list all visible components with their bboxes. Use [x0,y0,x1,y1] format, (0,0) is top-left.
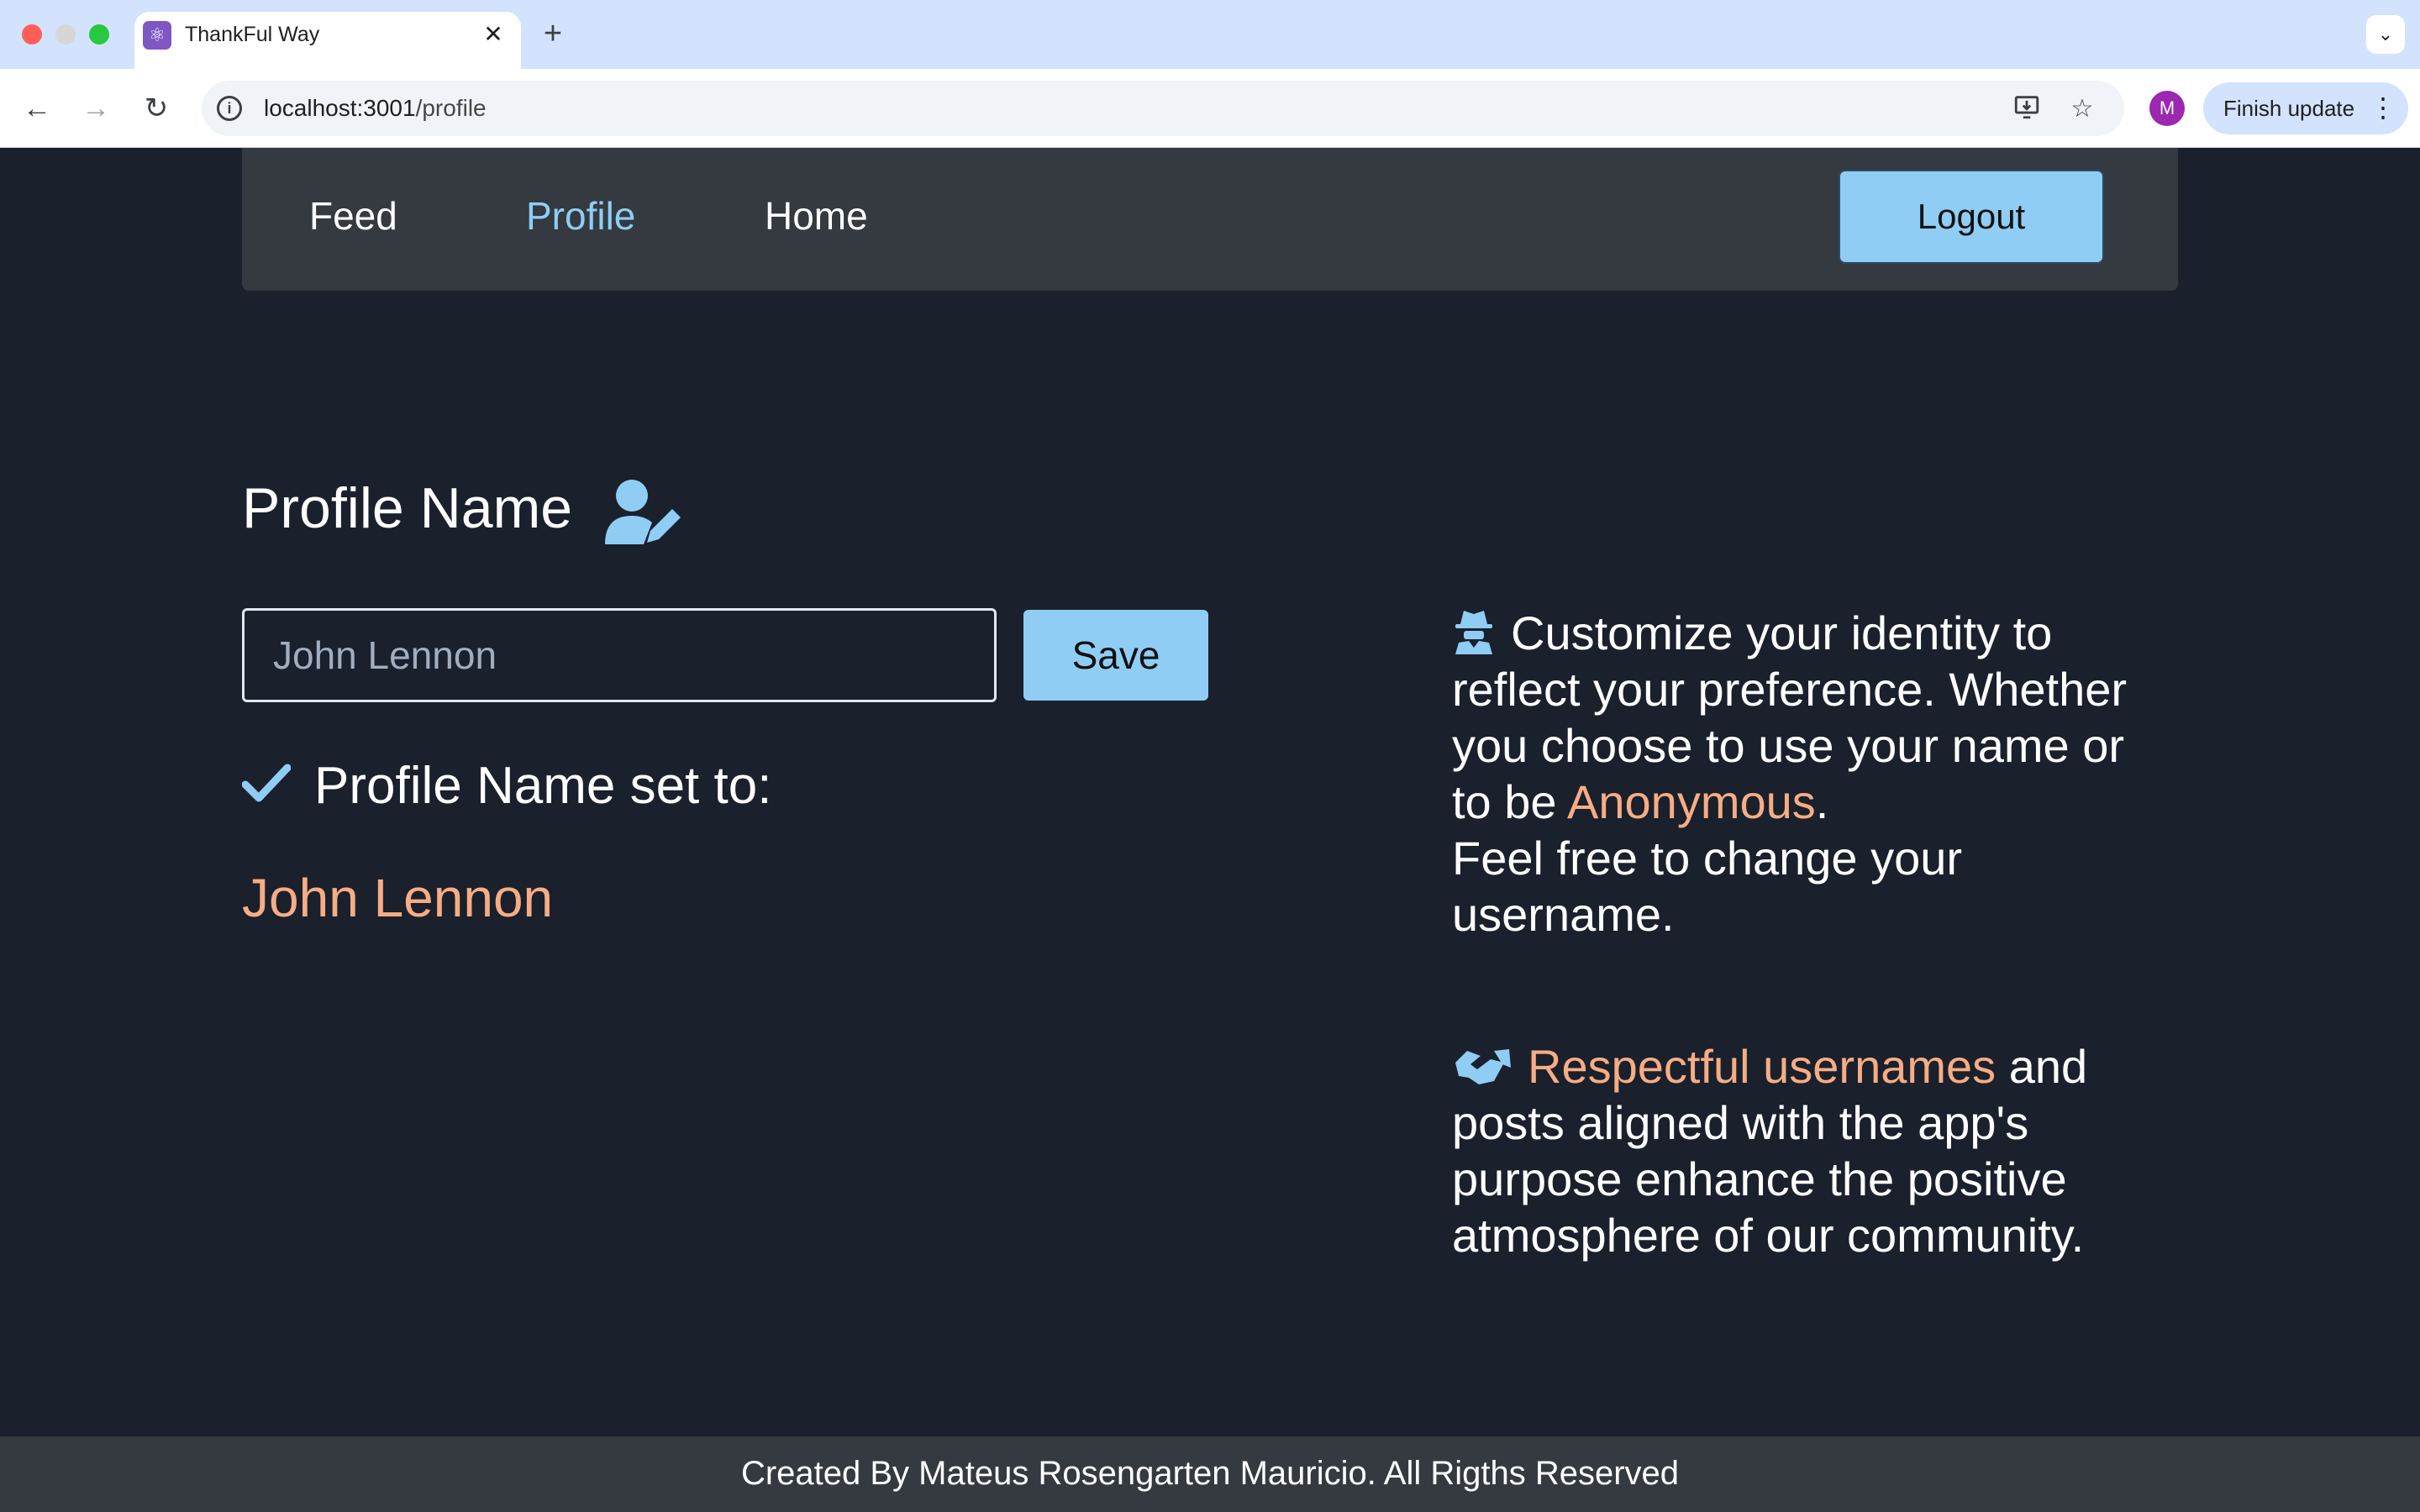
site-info-icon[interactable]: i [217,96,242,121]
identity-info-period: . [1815,775,1829,828]
window-close-button[interactable] [22,24,42,45]
finish-update-button[interactable]: Finish update ⋮ [2203,82,2408,134]
menu-dots-icon[interactable]: ⋮ [2370,89,2396,126]
profile-avatar[interactable]: M [2149,91,2185,126]
address-bar[interactable]: i localhost:3001/profile ☆ [202,81,2124,136]
browser-toolbar: ← → ↻ i localhost:3001/profile ☆ M Finis… [0,69,2420,148]
respectful-usernames-highlight: Respectful usernames [1528,1040,1996,1093]
browser-tabstrip: ⚛ ThankFul Way ✕ + ⌄ [0,0,2420,69]
profile-name-set-label: Profile Name set to: [314,757,772,815]
browser-tab[interactable]: ⚛ ThankFul Way ✕ [134,12,521,69]
install-app-icon[interactable] [2010,92,2044,126]
save-button[interactable]: Save [1023,610,1208,701]
footer: Created By Mateus Rosengarten Mauricio. … [0,1436,2420,1512]
window-zoom-button[interactable] [89,24,109,45]
new-tab-button[interactable]: + [534,15,571,52]
back-arrow-icon[interactable]: ← [17,88,57,129]
respect-info: Respectful usernames and posts aligned w… [1452,1038,2175,1263]
user-secret-icon [1455,611,1492,654]
finish-update-label: Finish update [2223,96,2355,121]
check-icon [242,764,291,802]
url-text[interactable]: localhost:3001/profile [264,95,487,122]
identity-info: Customize your identity to reflect your … [1452,605,2175,942]
logout-button[interactable]: Logout [1839,170,2104,264]
change-username-text: Feel free to change your username. [1452,832,1963,941]
window-minimize-button[interactable] [55,24,76,45]
tab-close-icon[interactable]: ✕ [479,20,508,49]
current-profile-name: John Lennon [242,868,554,928]
app-navbar: Feed Profile Home Logout [242,148,2178,291]
anonymous-highlight: Anonymous [1567,775,1816,828]
forward-arrow-icon[interactable]: → [76,88,116,129]
nav-link-feed[interactable]: Feed [309,193,397,239]
nav-link-profile[interactable]: Profile [526,193,635,239]
user-edit-icon [605,480,681,544]
tab-search-button[interactable]: ⌄ [2366,15,2405,54]
page-title: Profile Name [242,476,573,540]
reload-icon[interactable]: ↻ [136,88,176,129]
bookmark-star-icon[interactable]: ☆ [2065,92,2099,126]
nav-link-home[interactable]: Home [765,193,868,239]
footer-credit: Created By Mateus Rosengarten Mauricio. … [740,1455,1680,1492]
profile-name-input[interactable] [242,608,997,702]
tab-title: ThankFul Way [185,23,320,46]
handshake-icon [1455,1049,1511,1084]
react-logo-icon: ⚛ [143,21,171,50]
